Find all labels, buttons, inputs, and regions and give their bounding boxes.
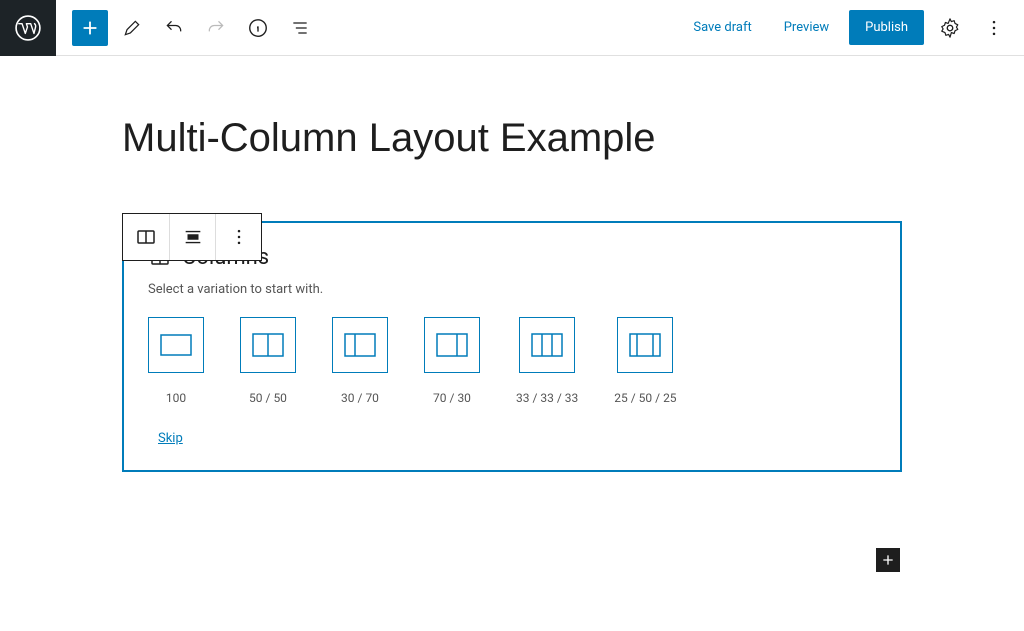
variation-label: 50 / 50 — [249, 391, 287, 405]
variation-25-50-25[interactable]: 25 / 50 / 25 — [614, 317, 676, 405]
dots-vertical-icon — [984, 18, 1004, 38]
variation-icon-50-50 — [252, 333, 284, 357]
save-draft-link[interactable]: Save draft — [681, 12, 763, 43]
dots-vertical-icon — [229, 227, 249, 247]
variation-icon-100 — [160, 334, 192, 356]
info-button[interactable] — [240, 10, 276, 46]
outline-icon — [290, 18, 310, 38]
block-toolbar — [122, 213, 262, 261]
pencil-icon — [122, 18, 142, 38]
settings-button[interactable] — [932, 10, 968, 46]
add-block-button[interactable] — [72, 10, 108, 46]
variation-label: 70 / 30 — [433, 391, 471, 405]
skip-link[interactable]: Skip — [148, 431, 183, 446]
column-variations: 100 50 / 50 30 / 70 70 / 30 33 / 33 / 33… — [148, 317, 876, 405]
redo-icon — [206, 18, 226, 38]
editor-canvas: Multi-Column Layout Example Columns Sele… — [0, 56, 1024, 472]
variation-33-33-33[interactable]: 33 / 33 / 33 — [516, 317, 578, 405]
align-button[interactable] — [169, 214, 215, 260]
block-type-button[interactable] — [123, 214, 169, 260]
plus-icon — [79, 17, 101, 39]
variation-50-50[interactable]: 50 / 50 — [240, 317, 296, 405]
wordpress-logo[interactable] — [0, 0, 56, 56]
align-icon — [182, 226, 204, 248]
columns-icon — [134, 225, 158, 249]
undo-button[interactable] — [156, 10, 192, 46]
variation-icon-30-70 — [344, 333, 376, 357]
variation-icon-33-33-33 — [531, 333, 563, 357]
variation-100[interactable]: 100 — [148, 317, 204, 405]
variation-label: 100 — [166, 391, 186, 405]
variation-label: 30 / 70 — [341, 391, 379, 405]
undo-icon — [164, 18, 184, 38]
toolbar-right: Save draft Preview Publish — [681, 10, 1024, 46]
publish-button[interactable]: Publish — [849, 10, 924, 45]
inline-add-block-button[interactable] — [876, 548, 900, 572]
preview-link[interactable]: Preview — [772, 12, 841, 43]
variation-icon-70-30 — [436, 333, 468, 357]
edit-mode-button[interactable] — [114, 10, 150, 46]
variation-label: 33 / 33 / 33 — [516, 391, 578, 405]
redo-button[interactable] — [198, 10, 234, 46]
block-more-button[interactable] — [215, 214, 261, 260]
top-toolbar: Save draft Preview Publish — [0, 0, 1024, 56]
info-icon — [247, 17, 269, 39]
variation-30-70[interactable]: 30 / 70 — [332, 317, 388, 405]
plus-icon — [880, 552, 896, 568]
columns-block-hint: Select a variation to start with. — [148, 282, 876, 297]
page-title[interactable]: Multi-Column Layout Example — [122, 116, 902, 161]
toolbar-left — [56, 10, 318, 46]
list-view-button[interactable] — [282, 10, 318, 46]
variation-label: 25 / 50 / 25 — [614, 391, 676, 405]
gear-icon — [939, 17, 961, 39]
variation-icon-25-50-25 — [629, 333, 661, 357]
wordpress-icon — [15, 15, 41, 41]
more-options-button[interactable] — [976, 10, 1012, 46]
variation-70-30[interactable]: 70 / 30 — [424, 317, 480, 405]
